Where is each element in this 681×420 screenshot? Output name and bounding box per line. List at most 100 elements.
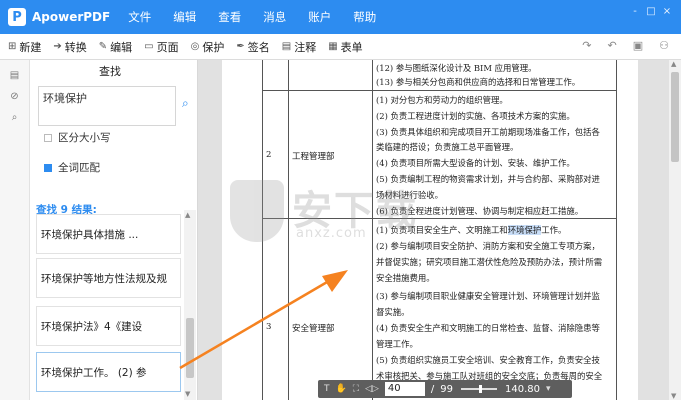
page-label: 页面 (156, 40, 179, 54)
page-icon: ▭ (144, 41, 154, 52)
hand-tool-icon[interactable]: ✋ (336, 384, 347, 394)
result-item-selected[interactable]: 环境保护工作。 (2) 参 (36, 352, 181, 392)
total-pages: 99 (440, 383, 453, 395)
doc-line: (2) 负责工程进度计划的实施、各项技术方案的实施。 (376, 111, 575, 121)
whole-word-checkbox[interactable] (44, 163, 52, 172)
user-icon[interactable]: ⚇ (659, 39, 669, 52)
maximize-button[interactable]: □ (643, 6, 659, 17)
form-label: 表单 (340, 40, 363, 54)
search-icon[interactable]: ⌕ (182, 96, 189, 111)
edit-icon: ✎ (98, 41, 108, 52)
result-item[interactable]: 环境保护等地方性法规及规 (36, 258, 181, 298)
result-text: 环境保护法》4《建设 (41, 320, 143, 333)
main-toolbar: ⊞ 新建 ➔ 转换 ✎ 编辑 ▭ 页面 ◎ 保护 ✒ 签名 ▤ 注释 ▦ 表单 ↷ ↶ ▣ ⚇ (0, 34, 681, 60)
scroll-down-icon[interactable]: ▼ (671, 392, 676, 400)
prev-next-icon[interactable]: ◁▷ (365, 384, 379, 394)
doc-line: 安全措施费用。 (376, 273, 435, 283)
row-department: 安全管理部 (292, 324, 335, 334)
text-select-icon[interactable]: T (324, 384, 330, 394)
zoom-slider[interactable] (460, 385, 497, 393)
zoom-slider-knob[interactable] (478, 385, 482, 393)
left-icon-strip: ▤ ⊘ ⌕ (0, 60, 30, 400)
new-icon: ⊞ (8, 41, 17, 52)
edit-button[interactable]: ✎ 编辑 (99, 39, 132, 55)
results-scrollbar[interactable]: ▲ ▼ (184, 210, 196, 400)
current-page-input[interactable]: 40 (384, 382, 425, 396)
menu-account[interactable]: 账户 (308, 9, 331, 25)
zoom-level[interactable]: 140.80 (505, 384, 540, 395)
form-icon: ▦ (328, 41, 338, 52)
convert-label: 转换 (64, 40, 87, 54)
comment-label: 注释 (294, 40, 317, 54)
doc-line: 督实施。 (376, 307, 410, 317)
protect-label: 保护 (202, 40, 225, 54)
undo-icon[interactable]: ↶ (608, 39, 617, 52)
document-scrollbar[interactable]: ▲ ▼ (669, 60, 681, 400)
scroll-up-icon[interactable]: ▲ (185, 211, 190, 219)
attachment-icon[interactable]: ⊘ (0, 91, 29, 102)
scroll-down-icon[interactable]: ▼ (185, 390, 190, 398)
sign-icon: ✒ (236, 41, 245, 52)
comment-button[interactable]: ▤ 注释 (282, 39, 316, 55)
menu-file[interactable]: 文件 (128, 9, 151, 25)
search-panel-icon[interactable]: ⌕ (0, 112, 29, 123)
window-controls: - □ × (627, 6, 675, 17)
zoom-dropdown-icon[interactable]: ▾ (546, 384, 551, 394)
result-item[interactable]: 环境保护法》4《建设 (36, 306, 181, 346)
doc-line: (4) 负责项目所需大型设备的计划、安装、维护工作。 (376, 158, 575, 168)
doc-text: 工作。 (541, 225, 567, 235)
row-number: 3 (266, 322, 272, 332)
doc-line: 类临建的搭设；负责施工总平面管理。 (376, 142, 519, 152)
watermark: 安下载 anxz.com (230, 180, 530, 250)
watermark-url: anxz.com (296, 226, 367, 241)
protect-icon: ◎ (190, 41, 200, 52)
whole-word-label: 全词匹配 (58, 162, 100, 174)
sign-button[interactable]: ✒ 签名 (236, 39, 269, 55)
result-text: 环境保护工作。 (2) 参 (41, 366, 147, 379)
form-button[interactable]: ▦ 表单 (328, 39, 362, 55)
case-sensitive-option[interactable]: 区分大小写 (44, 130, 111, 145)
edit-label: 编辑 (110, 40, 133, 54)
thumbnails-icon[interactable]: ▤ (0, 70, 29, 81)
sign-label: 签名 (247, 40, 270, 54)
close-button[interactable]: × (659, 6, 675, 17)
redo-icon[interactable]: ↷ (582, 39, 591, 52)
doc-line: 并督促实施；研究项目施工潜伏性危险及预防办法，预计所需 (376, 257, 603, 267)
result-item[interactable]: 环境保护具体措施 ... (36, 214, 181, 254)
menu-edit[interactable]: 编辑 (173, 9, 196, 25)
window-bottom-edge (0, 400, 681, 420)
new-label: 新建 (19, 40, 42, 54)
result-text: 环境保护具体措施 ... (41, 228, 139, 241)
new-button[interactable]: ⊞ 新建 (8, 39, 41, 55)
fit-page-icon[interactable]: ⛶ (353, 384, 359, 394)
shield-icon (230, 180, 284, 242)
minimize-button[interactable]: - (627, 6, 643, 17)
document-scroll-thumb[interactable] (671, 72, 679, 162)
doc-line: (12) 参与图纸深化设计及 BIM 应用管理。 (376, 63, 537, 73)
case-sensitive-label: 区分大小写 (58, 132, 111, 144)
search-panel: 查找 环境保护 ⌕ 区分大小写 全词匹配 查找 9 结果: 环境保护具体措施 .… (30, 60, 198, 400)
doc-line: (3) 负责具体组织和完成项目开工前期现场准备工作，包括各 (376, 127, 600, 137)
case-sensitive-checkbox[interactable] (44, 133, 52, 142)
table-border (616, 60, 617, 400)
menu-messages[interactable]: 消息 (263, 9, 286, 25)
doc-line: (4) 负责安全生产和文明施工的日常检查、监督、消除隐患等 (376, 323, 600, 333)
menu-help[interactable]: 帮助 (353, 9, 376, 25)
row-department: 工程管理部 (292, 152, 335, 162)
scroll-up-icon[interactable]: ▲ (671, 60, 676, 68)
toolbar-right-group: ↷ ↶ ▣ ⚇ (566, 39, 669, 52)
page-navigator: T ✋ ⛶ ◁▷ 40 / 99 140.80 ▾ (318, 380, 572, 398)
save-icon[interactable]: ▣ (633, 39, 643, 52)
table-border (262, 90, 617, 91)
results-scroll-thumb[interactable] (186, 318, 194, 378)
menu-view[interactable]: 查看 (218, 9, 241, 25)
menu-bar: 文件 编辑 查看 消息 账户 帮助 (128, 9, 398, 25)
doc-line: (3) 参与编制项目职业健康安全管理计划、环境管理计划并监 (376, 291, 600, 301)
whole-word-option[interactable]: 全词匹配 (44, 160, 100, 175)
protect-button[interactable]: ◎ 保护 (191, 39, 225, 55)
search-input[interactable]: 环境保护 (38, 86, 176, 126)
comment-icon: ▤ (281, 41, 292, 52)
convert-button[interactable]: ➔ 转换 (53, 39, 86, 55)
page-button[interactable]: ▭ 页面 (144, 39, 178, 55)
convert-icon: ➔ (53, 41, 62, 52)
